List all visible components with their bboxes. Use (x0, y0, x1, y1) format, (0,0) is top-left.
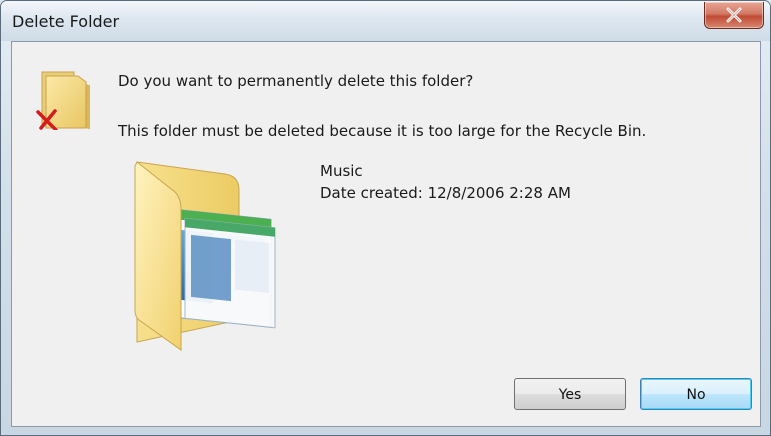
no-button[interactable]: No (640, 378, 752, 410)
folder-delete-icon (36, 71, 90, 130)
title-bar[interactable]: Delete Folder (1, 1, 770, 41)
dialog-content: Do you want to permanently delete this f… (11, 41, 761, 427)
detail-text: This folder must be deleted because it i… (118, 122, 647, 140)
folder-icon (134, 161, 276, 351)
window-title: Delete Folder (12, 12, 120, 31)
yes-button[interactable]: Yes (514, 378, 626, 410)
close-icon (726, 7, 742, 23)
item-name: Music (320, 162, 363, 180)
item-date-created: Date created: 12/8/2006 2:28 AM (320, 184, 571, 202)
close-button[interactable] (704, 2, 764, 29)
main-instruction: Do you want to permanently delete this f… (118, 72, 474, 90)
dialog-window: Delete Folder Do you want to permanently… (0, 0, 771, 436)
